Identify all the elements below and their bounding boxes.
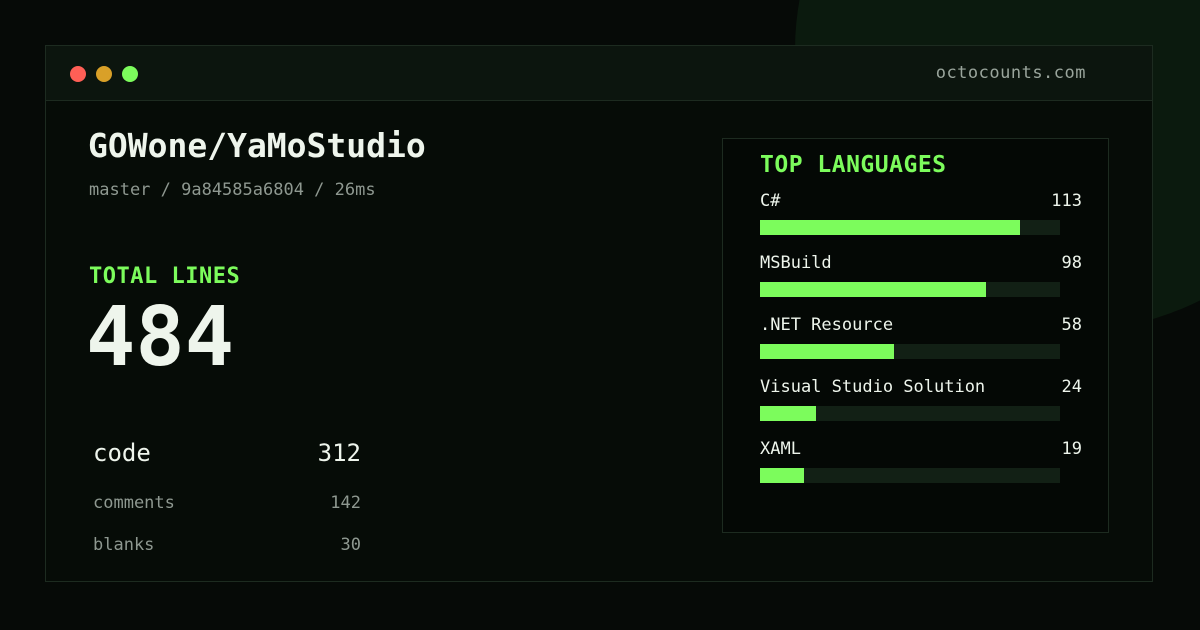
terminal-window: octocounts.com GOWone/YaMoStudio master … bbox=[45, 45, 1153, 582]
close-dot-icon[interactable] bbox=[70, 66, 86, 82]
stat-value: 312 bbox=[317, 439, 361, 467]
language-bar-fill bbox=[760, 468, 805, 483]
language-bar-track bbox=[760, 406, 1060, 421]
language-name: MSBuild bbox=[760, 253, 832, 273]
language-bar-track bbox=[760, 344, 1060, 359]
maximize-dot-icon[interactable] bbox=[122, 66, 138, 82]
language-name: .NET Resource bbox=[760, 315, 894, 335]
minimize-dot-icon[interactable] bbox=[96, 66, 112, 82]
card-canvas: octocounts.com GOWone/YaMoStudio master … bbox=[0, 0, 1200, 630]
total-lines-heading: TOTAL LINES bbox=[89, 264, 241, 289]
language-item: MSBuild 98 bbox=[760, 253, 1082, 303]
language-bar-fill bbox=[760, 220, 1021, 235]
top-languages-panel: TOP LANGUAGES C# 113 MSBuild 98 .NET Res… bbox=[722, 138, 1109, 533]
language-bar-track bbox=[760, 468, 1060, 483]
language-count: 58 bbox=[1061, 315, 1082, 335]
total-lines-value: 484 bbox=[86, 290, 235, 385]
repo-title: GOWone/YaMoStudio bbox=[88, 126, 426, 165]
stat-row-comments: comments 142 bbox=[93, 493, 361, 513]
language-count: 113 bbox=[1051, 191, 1082, 211]
language-count: 19 bbox=[1061, 439, 1082, 459]
window-titlebar: octocounts.com bbox=[46, 46, 1152, 101]
language-item: .NET Resource 58 bbox=[760, 315, 1082, 365]
language-bar-track bbox=[760, 282, 1060, 297]
language-bar-fill bbox=[760, 344, 895, 359]
language-item: XAML 19 bbox=[760, 439, 1082, 489]
language-name: C# bbox=[760, 191, 781, 211]
language-bar-fill bbox=[760, 282, 986, 297]
language-name: Visual Studio Solution bbox=[760, 377, 986, 397]
language-count: 98 bbox=[1061, 253, 1082, 273]
repo-meta: master / 9a84585a6804 / 26ms bbox=[89, 180, 376, 200]
stat-value: 30 bbox=[340, 535, 361, 555]
site-url: octocounts.com bbox=[935, 63, 1086, 83]
stat-row-code: code 312 bbox=[93, 439, 361, 467]
stat-label: comments bbox=[93, 493, 175, 513]
top-languages-heading: TOP LANGUAGES bbox=[760, 152, 947, 178]
language-count: 24 bbox=[1061, 377, 1082, 397]
language-item: Visual Studio Solution 24 bbox=[760, 377, 1082, 427]
language-bar-track bbox=[760, 220, 1060, 235]
stat-value: 142 bbox=[330, 493, 361, 513]
stat-label: blanks bbox=[93, 535, 155, 555]
language-item: C# 113 bbox=[760, 191, 1082, 241]
language-name: XAML bbox=[760, 439, 801, 459]
stat-row-blanks: blanks 30 bbox=[93, 535, 361, 555]
language-bar-fill bbox=[760, 406, 817, 421]
stat-label: code bbox=[93, 439, 151, 467]
